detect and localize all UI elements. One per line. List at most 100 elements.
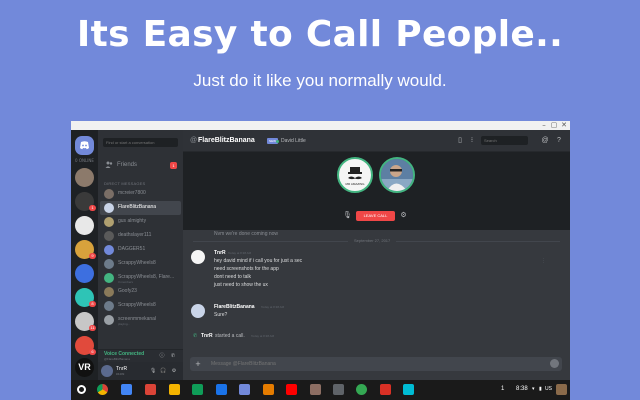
wifi-icon[interactable]: ▾ <box>532 386 535 392</box>
mustache-avatar-icon: MR AMAZING <box>340 160 370 190</box>
discord-app-icon[interactable] <box>239 384 250 395</box>
maximize-button[interactable]: ▢ <box>550 122 558 129</box>
dm-name: deathslayer111 <box>118 232 152 238</box>
chat-header: @ FlareBlitzBanana NEW David Little ▯ ⁝ … <box>183 130 570 152</box>
dm-item[interactable]: ScrappyWheels8 <box>100 257 181 271</box>
message-options-icon[interactable]: ⋮ <box>541 258 546 264</box>
dm-name: ScrappyWheels8 <box>118 260 156 266</box>
message-timestamp: Today at 8:38 AM <box>251 334 275 338</box>
friends-label: Friends <box>117 162 138 168</box>
server-sidebar: 0 ONLINE 1 9 8 11 6 VR <box>71 130 98 380</box>
server-icon[interactable] <box>75 264 94 283</box>
dm-name: Goofy23 <box>118 288 137 294</box>
group-dm-icon <box>104 273 114 283</box>
call-settings-gear-icon[interactable]: ⚙ <box>399 211 408 221</box>
dm-item[interactable]: Goofy23 <box>100 285 181 299</box>
online-status-dot <box>276 140 279 143</box>
home-button[interactable] <box>75 136 94 155</box>
unread-badge: 9 <box>89 253 96 259</box>
message-author[interactable]: FlareBlitzBanana <box>214 304 255 310</box>
dm-item[interactable]: mcreier7800 <box>100 187 181 201</box>
message-line: dont need to talk <box>214 274 251 280</box>
server-icon[interactable] <box>75 216 94 235</box>
leave-call-button[interactable]: LEAVE CALL <box>356 211 395 221</box>
app-icon[interactable] <box>333 384 344 395</box>
user-discriminator: #4409 <box>116 372 125 376</box>
dm-item[interactable]: deathslayer111 <box>100 229 181 243</box>
message-line: Nvm we're done coming now <box>214 231 279 237</box>
message-composer: + <box>190 357 562 371</box>
emoji-picker-icon[interactable] <box>550 359 559 368</box>
vr-server-icon[interactable]: VR <box>75 358 94 377</box>
call-participant-avatar[interactable]: MR AMAZING <box>337 157 373 193</box>
chrome-icon[interactable] <box>97 384 108 395</box>
dm-item[interactable]: ScrappyWheels8 <box>100 299 181 313</box>
dm-subtext: playing... <box>118 322 131 326</box>
sheets-icon[interactable] <box>192 384 203 395</box>
dm-name: FlareBlitzBanana <box>118 204 157 210</box>
avatar <box>104 259 114 269</box>
avatar[interactable] <box>191 304 205 318</box>
dm-item[interactable]: DAGGER51 <box>100 243 181 257</box>
discord-logo-icon <box>80 141 89 150</box>
battery-icon[interactable]: ▮ <box>539 386 542 392</box>
minimize-button[interactable]: – <box>540 122 548 129</box>
upload-plus-icon[interactable]: + <box>193 359 203 369</box>
call-event-author[interactable]: TnrR <box>201 333 213 339</box>
avatar[interactable] <box>101 365 113 377</box>
avatar <box>104 301 114 311</box>
keep-icon[interactable] <box>169 384 180 395</box>
close-button[interactable]: ✕ <box>560 122 568 129</box>
search-input[interactable] <box>481 136 528 145</box>
hero-title: Its Easy to Call People.. <box>76 14 564 55</box>
clock[interactable]: 8:38 <box>516 386 528 392</box>
mute-icon[interactable]: 🎙 <box>150 368 156 374</box>
dm-item-active[interactable]: FlareBlitzBanana <box>100 201 181 215</box>
microphone-icon[interactable]: 🎙 <box>343 211 352 221</box>
launcher-icon[interactable] <box>77 385 86 394</box>
dm-item[interactable]: gus almighty <box>100 215 181 229</box>
avatar <box>104 231 114 241</box>
message-input[interactable] <box>211 359 531 369</box>
avatar <box>104 315 114 325</box>
avatar[interactable] <box>191 250 205 264</box>
user-account-icon[interactable] <box>556 384 567 395</box>
server-icon[interactable] <box>75 168 94 187</box>
avatar <box>104 189 114 199</box>
info-icon[interactable]: ⓘ <box>159 353 165 359</box>
disconnect-icon[interactable]: ✆ <box>170 353 176 359</box>
gmail-icon[interactable] <box>145 384 156 395</box>
app-icon[interactable] <box>380 384 391 395</box>
find-conversation-input[interactable] <box>103 138 178 147</box>
notification-count[interactable]: 1 <box>501 386 504 392</box>
docs-icon[interactable] <box>216 384 227 395</box>
dm-item[interactable]: ScrappyWheels8, Flare... 3 members <box>100 271 181 285</box>
voice-channel-label: @FlareBlitzBanana <box>104 357 130 361</box>
help-icon[interactable]: ? <box>555 136 563 145</box>
at-icon: @ <box>190 137 198 144</box>
friends-nav-item[interactable]: Friends 1 <box>98 158 183 172</box>
hero-subtitle: Just do it like you normally would. <box>193 71 447 90</box>
youtube-icon[interactable] <box>286 384 297 395</box>
message-author[interactable]: TnrR <box>214 250 226 256</box>
locale-label[interactable]: US <box>545 386 552 392</box>
app-icon[interactable] <box>403 384 414 395</box>
discord-window: – ▢ ✕ 0 ONLINE 1 9 8 11 6 VR Find or sta… <box>71 121 570 400</box>
app-icon[interactable] <box>263 384 274 395</box>
app-icon[interactable] <box>356 384 367 395</box>
mention-icon[interactable]: @ <box>541 136 549 145</box>
dm-item[interactable]: screenmmekanal playing... <box>100 313 181 327</box>
phone-call-icon[interactable]: ▯ <box>456 136 464 145</box>
window-titlebar: – ▢ ✕ <box>71 121 570 130</box>
settings-gear-icon[interactable]: ⚙ <box>171 368 177 374</box>
message-timestamp: Today at 8:38 AM <box>261 305 285 309</box>
user-panel: TnrR #4409 🎙 🎧 ⚙ <box>98 362 183 380</box>
member-list-icon[interactable]: ⁝ <box>468 136 476 145</box>
avatar <box>104 203 114 213</box>
headphones-icon[interactable]: 🎧 <box>160 368 166 374</box>
call-event-text: started a call. <box>215 333 245 339</box>
dm-name: ScrappyWheels8 <box>118 302 156 308</box>
call-participant-avatar[interactable] <box>379 157 415 193</box>
drive-icon[interactable] <box>121 384 132 395</box>
app-icon[interactable] <box>310 384 321 395</box>
